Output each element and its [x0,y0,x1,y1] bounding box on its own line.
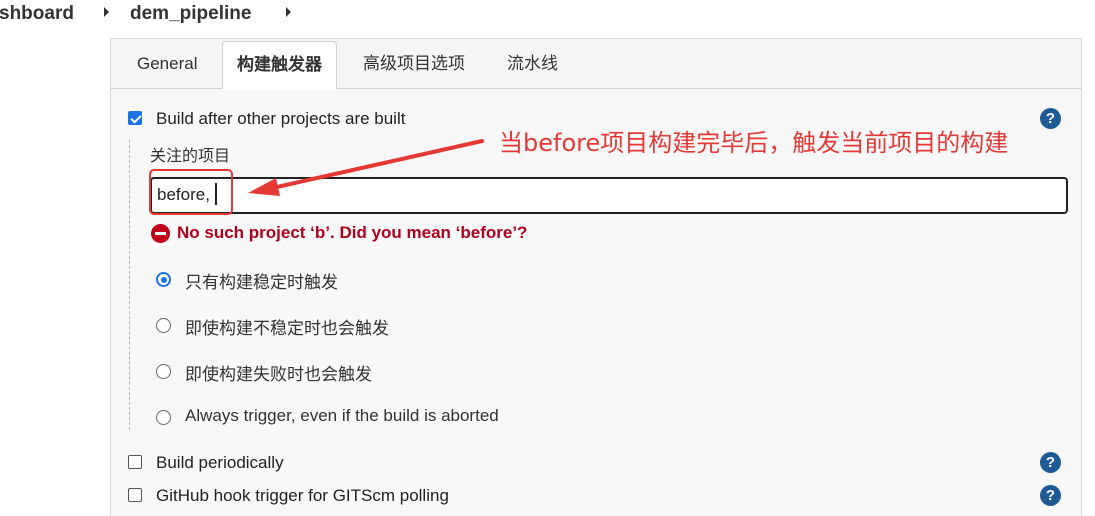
help-icon[interactable]: ? [1040,452,1061,473]
watched-projects-label: 关注的项目 [150,148,231,165]
radio-trigger-always[interactable] [156,410,171,425]
radio-label-always[interactable]: Always trigger, even if the build is abo… [185,406,499,426]
breadcrumb-chevron-icon[interactable] [286,7,291,17]
watched-projects-input[interactable] [150,177,1068,214]
build-after-checkbox[interactable] [128,111,142,125]
github-hook-checkbox[interactable] [128,488,142,502]
build-after-label[interactable]: Build after other projects are built [156,109,405,129]
radio-trigger-unstable[interactable] [156,318,171,333]
build-periodically-checkbox[interactable] [128,455,142,469]
annotation-text: 当before项目构建完毕后，触发当前项目的构建 [499,129,1009,157]
annotation-highlight-box [149,169,233,215]
radio-trigger-stable[interactable] [156,272,171,287]
help-icon[interactable]: ? [1040,485,1061,506]
breadcrumb-dashboard-link[interactable]: shboard [0,3,74,25]
build-periodically-label[interactable]: Build periodically [156,453,284,473]
github-hook-label[interactable]: GitHub hook trigger for GITScm polling [156,486,449,506]
error-icon [151,224,170,243]
tab-build-triggers[interactable]: 构建触发器 [222,41,337,89]
nested-section-divider [129,140,130,430]
breadcrumb-chevron-icon[interactable] [104,7,109,17]
tab-advanced-options[interactable]: 高级项目选项 [350,41,478,89]
tab-general[interactable]: General [124,41,210,89]
validation-error-message: No such project ‘b’. Did you mean ‘befor… [177,223,528,242]
help-icon[interactable]: ? [1040,108,1061,129]
radio-label-stable[interactable]: 只有构建稳定时触发 [185,268,338,293]
radio-label-unstable[interactable]: 即使构建不稳定时也会触发 [185,314,389,339]
radio-trigger-failed[interactable] [156,364,171,379]
radio-label-failed[interactable]: 即使构建失败时也会触发 [185,360,372,385]
breadcrumb: shboard dem_pipeline [0,0,1095,32]
tab-pipeline[interactable]: 流水线 [494,41,571,89]
breadcrumb-project-link[interactable]: dem_pipeline [130,3,251,25]
